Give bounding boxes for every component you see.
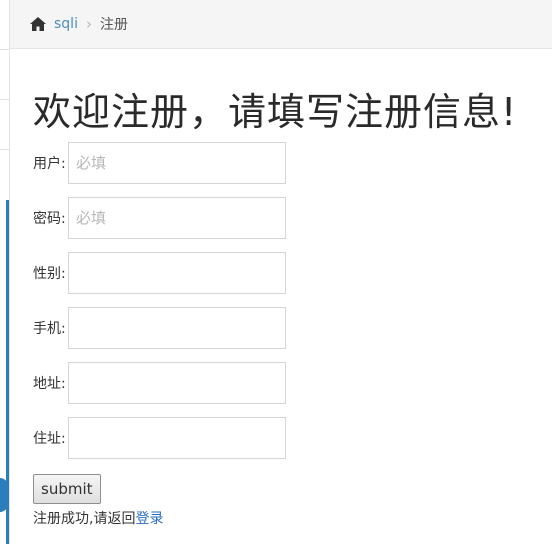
password-input[interactable] (68, 197, 286, 239)
residence-input[interactable] (68, 417, 286, 459)
form-row-address: 地址: (33, 362, 286, 404)
form-row-residence: 住址: (33, 417, 286, 459)
form-row-gender: 性别: (33, 252, 286, 294)
breadcrumb-separator: › (85, 15, 92, 33)
password-label: 密码: (33, 211, 66, 227)
breadcrumb-current: 注册 (99, 17, 128, 33)
gender-input[interactable] (68, 252, 286, 294)
breadcrumb-home-link[interactable]: sqli (54, 16, 78, 32)
username-input[interactable] (68, 142, 286, 184)
gender-label: 性别: (33, 266, 66, 282)
home-icon[interactable] (29, 16, 47, 32)
submit-button[interactable]: submit (33, 474, 101, 504)
address-input[interactable] (68, 362, 286, 404)
breadcrumb: sqli › 注册 (10, 0, 552, 49)
address-label: 地址: (33, 376, 66, 392)
phone-input[interactable] (68, 307, 286, 349)
status-message: 注册成功,请返回登录 (33, 508, 163, 528)
form-row-username: 用户: (33, 142, 286, 184)
form-row-phone: 手机: (33, 307, 286, 349)
page-title: 欢迎注册，请填写注册信息! (33, 90, 518, 134)
login-link[interactable]: 登录 (135, 511, 163, 527)
status-text: 注册成功,请返回 (33, 511, 136, 527)
residence-label: 住址: (33, 431, 66, 447)
form-row-password: 密码: (33, 197, 286, 239)
sidebar-collapse-handle[interactable] (0, 478, 8, 512)
phone-label: 手机: (33, 321, 66, 337)
username-label: 用户: (33, 156, 66, 172)
